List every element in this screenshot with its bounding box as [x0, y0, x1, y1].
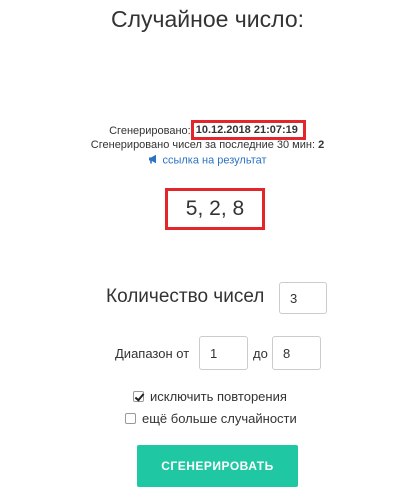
result-link[interactable]: ссылка на результат	[0, 154, 415, 167]
generated-label: Сгенерировано:	[109, 125, 191, 137]
range-to-input[interactable]	[272, 336, 321, 370]
range-from-input[interactable]	[199, 336, 248, 370]
quantity-label: Количество чисел	[106, 286, 265, 307]
generate-button[interactable]: СГЕНЕРИРОВАТЬ	[137, 445, 298, 487]
generated-line: Сгенерировано: 10.12.2018 21:07:19	[0, 120, 415, 141]
result-value: 5, 2, 8	[165, 188, 265, 230]
range-from-label: Диапазон от	[115, 346, 190, 361]
exclude-repeats-checkbox[interactable]	[133, 391, 144, 402]
page-title: Случайное число:	[110, 6, 305, 32]
megaphone-icon	[148, 154, 159, 167]
more-random-option[interactable]: ещё больше случайности	[125, 411, 297, 426]
exclude-repeats-option[interactable]: исключить повторения	[133, 389, 287, 404]
count-30min-value: 2	[318, 139, 325, 151]
generated-timestamp: 10.12.2018 21:07:19	[190, 120, 306, 140]
exclude-repeats-label: исключить повторения	[150, 389, 287, 404]
more-random-label: ещё больше случайности	[142, 411, 297, 426]
result-link-label: ссылка на результат	[162, 154, 267, 167]
count-30min-line: Сгенерировано чисел за последние 30 мин:…	[0, 139, 415, 151]
quantity-input[interactable]	[279, 282, 327, 314]
more-random-checkbox[interactable]	[125, 413, 136, 424]
count-30min-label: Сгенерировано чисел за последние 30 мин:	[90, 139, 316, 151]
range-to-label: до	[253, 346, 268, 361]
